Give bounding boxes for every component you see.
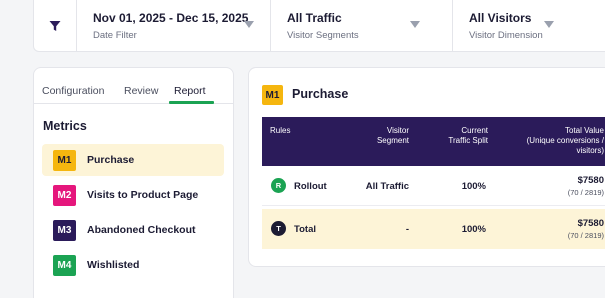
row-total: $7580 (70 / 2819)	[568, 218, 604, 240]
total-icon: T	[271, 221, 286, 236]
filter-bar: Nov 01, 2025 - Dec 15, 2025 Date Filter …	[33, 0, 605, 52]
row-total-amount: $7580	[577, 175, 604, 186]
column-header-total-value: Total Value (Unique conversions / visitors…	[526, 126, 604, 155]
date-filter-value: Nov 01, 2025 - Dec 15, 2025	[93, 11, 249, 25]
rollout-icon: R	[271, 178, 286, 193]
column-header-visitor-segment: Visitor Segment	[376, 126, 409, 145]
caret-down-icon	[544, 21, 554, 28]
date-filter-dropdown[interactable]: Nov 01, 2025 - Dec 15, 2025 Date Filter	[77, 0, 271, 51]
visitor-dimension-label: Visitor Dimension	[469, 30, 543, 41]
metric-badge: M1	[53, 149, 76, 171]
row-split: 100%	[461, 224, 486, 235]
funnel-icon	[49, 20, 61, 31]
tab-bar: Configuration Review Report	[34, 68, 233, 104]
metric-badge: M3	[53, 219, 76, 241]
caret-down-icon	[410, 21, 420, 28]
report-panel: M1 Purchase Rules Visitor Segment Current…	[248, 67, 605, 267]
metric-item-purchase[interactable]: M1 Purchase	[42, 144, 224, 176]
caret-down-icon	[244, 21, 254, 28]
visitor-dimension-value: All Visitors	[469, 11, 532, 25]
column-header-rules: Rules	[270, 126, 291, 135]
metric-item-visits-to-product-page[interactable]: M2 Visits to Product Page	[42, 179, 224, 211]
row-segment: All Traffic	[365, 181, 409, 192]
metric-badge: M2	[53, 184, 76, 206]
filter-toggle-button[interactable]	[34, 0, 77, 51]
metric-label: Purchase	[87, 154, 135, 166]
metric-item-abandoned-checkout[interactable]: M3 Abandoned Checkout	[42, 214, 224, 246]
metrics-heading: Metrics	[43, 119, 87, 133]
column-header-traffic-split: Current Traffic Split	[448, 126, 488, 145]
visitor-dimension-dropdown[interactable]: All Visitors Visitor Dimension	[453, 0, 605, 51]
metric-badge: M4	[53, 254, 76, 276]
visitor-segments-label: Visitor Segments	[287, 30, 359, 41]
metric-label: Visits to Product Page	[87, 189, 199, 201]
date-filter-label: Date Filter	[93, 30, 137, 41]
report-table-header: Rules Visitor Segment Current Traffic Spli…	[262, 117, 605, 166]
tab-configuration[interactable]: Configuration	[42, 85, 104, 97]
report-metric-badge: M1	[262, 85, 283, 105]
visitor-segments-dropdown[interactable]: All Traffic Visitor Segments	[271, 0, 453, 51]
active-tab-indicator	[169, 101, 214, 104]
table-row: R Rollout All Traffic 100% $7580 (70 / 2…	[262, 166, 605, 206]
row-total-amount: $7580	[577, 218, 604, 229]
table-row: T Total - 100% $7580 (70 / 2819)	[262, 209, 605, 249]
metric-item-wishlisted[interactable]: M4 Wishlisted	[42, 249, 224, 281]
report-title: Purchase	[292, 87, 349, 101]
metric-label: Wishlisted	[87, 259, 140, 271]
tab-report[interactable]: Report	[174, 85, 206, 97]
row-label: Rollout	[294, 181, 327, 192]
row-total-sub: (70 / 2819)	[567, 231, 604, 240]
row-label: Total	[294, 224, 316, 235]
row-split: 100%	[461, 181, 486, 192]
tab-review[interactable]: Review	[124, 85, 158, 97]
metric-label: Abandoned Checkout	[87, 224, 196, 236]
row-segment: -	[405, 224, 409, 235]
row-total-sub: (70 / 2819)	[567, 188, 604, 197]
row-total: $7580 (70 / 2819)	[568, 175, 604, 197]
metrics-panel: Configuration Review Report Metrics M1 P…	[33, 67, 234, 298]
